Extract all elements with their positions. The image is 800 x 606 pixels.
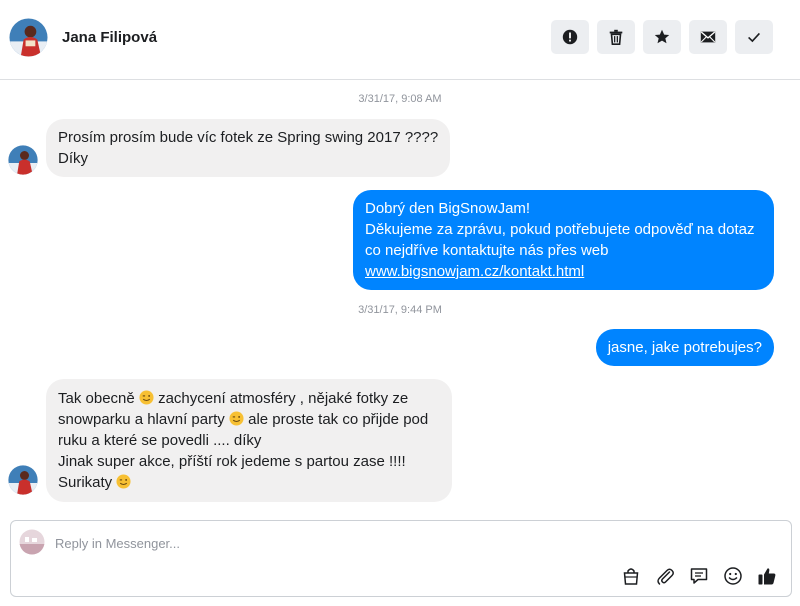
message-timestamp: 3/31/17, 9:44 PM	[358, 304, 442, 316]
wink-emoji-icon	[116, 474, 131, 489]
check-icon	[748, 32, 760, 43]
message-thread[interactable]: 3/31/17, 9:08 AM Prosím prosím bude víc …	[0, 81, 800, 511]
star-icon	[654, 29, 670, 44]
message-text: Dobrý den BigSnowJam!	[365, 200, 531, 217]
message-text: snowparku a hlavní party	[58, 411, 225, 428]
thumbs-up-icon	[758, 568, 776, 585]
contact-avatar[interactable]	[9, 18, 48, 57]
website-link[interactable]: www.bigsnowjam.cz/kontakt.html	[365, 263, 584, 280]
mark-done-button[interactable]	[735, 20, 773, 54]
reply-input[interactable]	[55, 533, 575, 553]
incoming-message[interactable]: Prosím prosím bude víc fotek ze Spring s…	[46, 119, 451, 177]
emoji-button[interactable]	[723, 566, 743, 586]
bag-icon	[623, 568, 639, 585]
attach-button[interactable]	[655, 566, 675, 586]
saved-replies-button[interactable]	[689, 566, 709, 586]
incoming-message[interactable]: Tak obecně zachycení atmosféry , nějaké …	[46, 379, 452, 502]
mail-icon	[700, 31, 716, 43]
sender-avatar[interactable]	[8, 145, 38, 175]
attachment-icon	[657, 568, 674, 585]
outgoing-message[interactable]: Dobrý den BigSnowJam! Děkujeme za zprávu…	[353, 190, 774, 290]
message-text: zachycení atmosféry , nějaké fotky ze	[153, 390, 409, 407]
message-text: Díky	[58, 150, 88, 167]
mark-unread-button[interactable]	[689, 20, 727, 54]
composer-tools	[621, 566, 777, 586]
conversation-actions	[551, 20, 773, 54]
message-text: co nejdříve kontaktujte nás přes web	[365, 242, 609, 259]
wink-emoji-icon	[139, 390, 154, 405]
star-button[interactable]	[643, 20, 681, 54]
page-avatar	[19, 529, 45, 555]
shop-button[interactable]	[621, 566, 641, 586]
trash-icon	[609, 29, 623, 46]
conversation-header: Jana Filipová	[0, 0, 800, 80]
mark-spam-button[interactable]	[551, 20, 589, 54]
emoji-icon	[724, 567, 742, 585]
message-text: Jinak super akce, příští rok jedeme s pa…	[58, 453, 406, 470]
message-text: ruku a které se povedli .... díky	[58, 432, 262, 449]
message-text: ale proste tak co přijde pod	[243, 411, 429, 428]
saved-reply-icon	[690, 568, 708, 584]
alert-icon	[562, 29, 578, 45]
outgoing-message[interactable]: jasne, jake potrebujes?	[595, 329, 774, 366]
message-text: Surikaty	[58, 474, 113, 491]
message-text: Tak obecně	[58, 390, 135, 407]
message-timestamp: 3/31/17, 9:08 AM	[358, 93, 442, 105]
wink-emoji-icon	[229, 411, 244, 426]
reply-composer	[10, 520, 792, 597]
like-button[interactable]	[757, 566, 777, 586]
message-text: jasne, jake potrebujes?	[607, 339, 762, 356]
delete-button[interactable]	[597, 20, 635, 54]
sender-avatar[interactable]	[8, 465, 38, 495]
message-text: Prosím prosím bude víc fotek ze Spring s…	[58, 129, 439, 146]
message-text: Děkujeme za zprávu, pokud potřebujete od…	[365, 221, 755, 238]
contact-name[interactable]: Jana Filipová	[62, 29, 157, 46]
